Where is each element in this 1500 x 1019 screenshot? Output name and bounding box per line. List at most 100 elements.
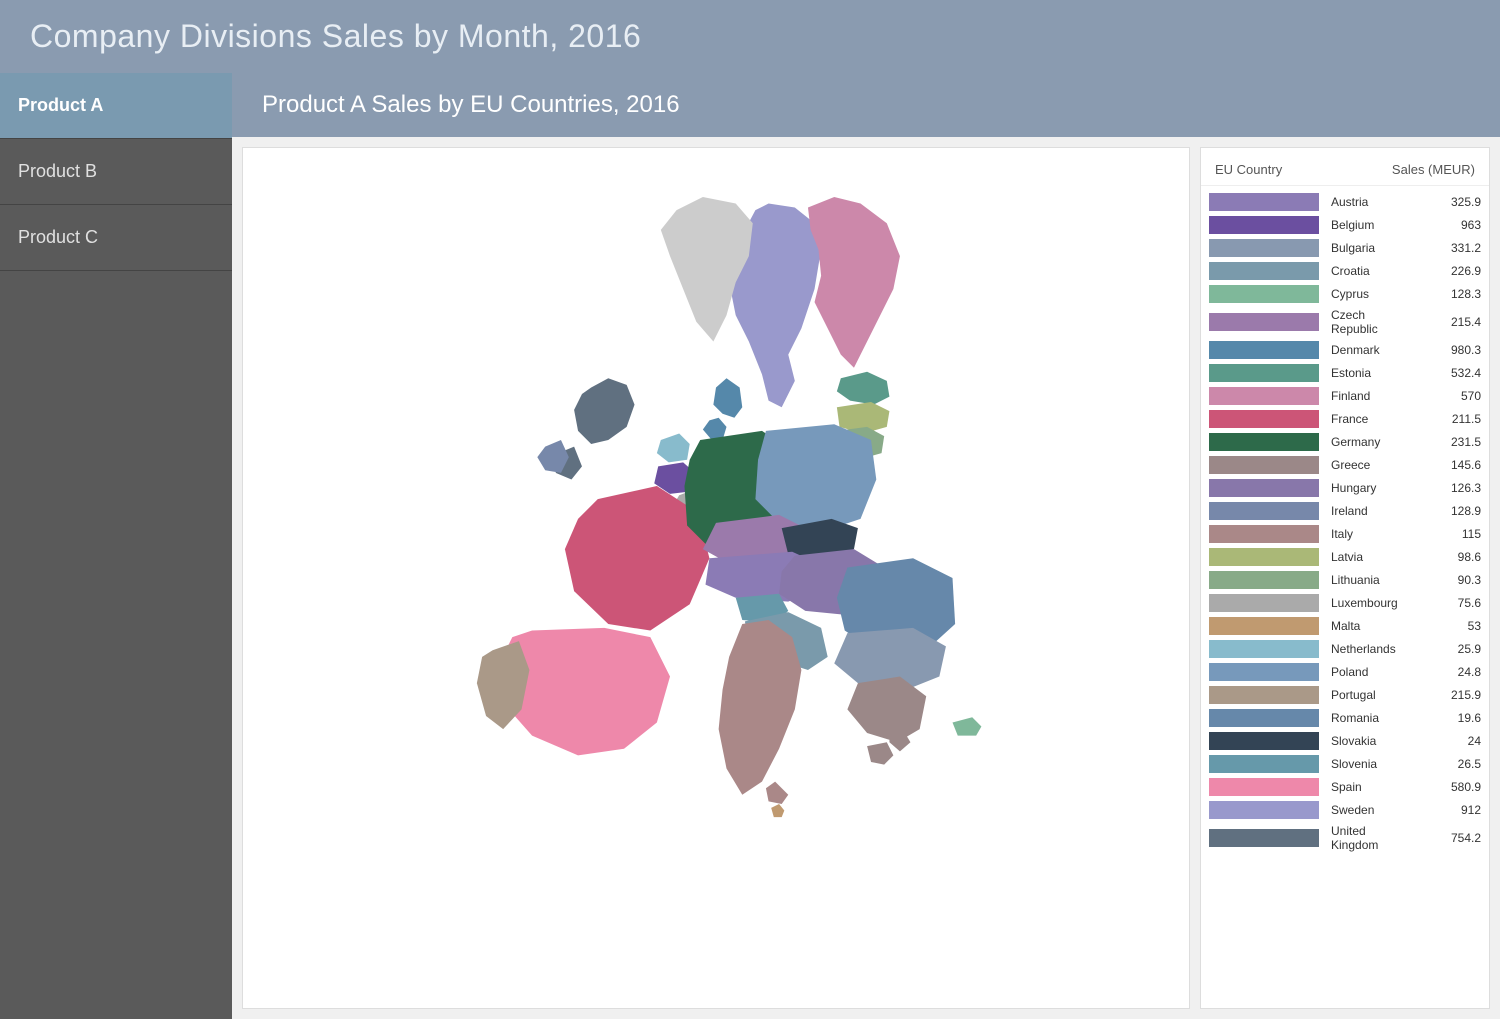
legend-row: Luxembourg 75.6: [1201, 591, 1489, 614]
legend-row: France 211.5: [1201, 407, 1489, 430]
legend-color-swatch: [1209, 239, 1319, 257]
estonia-path[interactable]: [837, 372, 890, 405]
legend-color-swatch: [1209, 594, 1319, 612]
legend-row: Finland 570: [1201, 384, 1489, 407]
legend-row: Germany 231.5: [1201, 430, 1489, 453]
legend-country-label: France: [1327, 412, 1408, 426]
legend-country-label: Czech Republic: [1327, 308, 1408, 336]
legend-color-swatch: [1209, 387, 1319, 405]
cyprus-path[interactable]: [953, 717, 982, 735]
legend-country-label: Portugal: [1327, 688, 1408, 702]
sidebar-item-product-a[interactable]: Product A: [0, 73, 232, 139]
legend-row: United Kingdom 754.2: [1201, 821, 1489, 854]
legend-color-swatch: [1209, 285, 1319, 303]
legend-sales-value: 75.6: [1408, 596, 1481, 610]
legend-country-label: Romania: [1327, 711, 1408, 725]
map-panel: [242, 147, 1190, 1009]
legend-sales-value: 115: [1408, 527, 1481, 541]
legend-color-swatch: [1209, 216, 1319, 234]
legend-color-swatch: [1209, 456, 1319, 474]
legend-sales-value: 26.5: [1408, 757, 1481, 771]
content-area: Product A Sales by EU Countries, 2016: [232, 73, 1500, 1019]
legend-color-swatch: [1209, 525, 1319, 543]
legend-country-label: Netherlands: [1327, 642, 1408, 656]
legend-country-label: Italy: [1327, 527, 1408, 541]
legend-color-swatch: [1209, 829, 1319, 847]
app-header: Company Divisions Sales by Month, 2016: [0, 0, 1500, 73]
legend-color-swatch: [1209, 262, 1319, 280]
legend-country-label: Slovenia: [1327, 757, 1408, 771]
legend-country-label: Lithuania: [1327, 573, 1408, 587]
legend-color-swatch: [1209, 193, 1319, 211]
legend-country-label: Ireland: [1327, 504, 1408, 518]
legend-country-label: United Kingdom: [1327, 824, 1408, 852]
finland-path[interactable]: [808, 197, 900, 368]
legend-color-swatch: [1209, 433, 1319, 451]
legend-row: Italy 115: [1201, 522, 1489, 545]
chart-container: EU Country Sales (MEUR) Austria 325.9 Be…: [232, 137, 1500, 1019]
legend-sales-value: 215.9: [1408, 688, 1481, 702]
legend-sales-value: 754.2: [1408, 831, 1481, 845]
legend-row: Slovakia 24: [1201, 729, 1489, 752]
legend-country-label: Latvia: [1327, 550, 1408, 564]
legend-color-swatch: [1209, 479, 1319, 497]
legend-row: Greece 145.6: [1201, 453, 1489, 476]
legend-sales-value: 53: [1408, 619, 1481, 633]
greece-path[interactable]: [847, 677, 926, 765]
legend-row: Netherlands 25.9: [1201, 637, 1489, 660]
section-title: Product A Sales by EU Countries, 2016: [262, 91, 680, 118]
legend-color-swatch: [1209, 548, 1319, 566]
legend-row: Denmark 980.3: [1201, 338, 1489, 361]
denmark-path[interactable]: [703, 378, 742, 440]
sidebar-item-product-c[interactable]: Product C: [0, 205, 232, 271]
legend-country-label: Greece: [1327, 458, 1408, 472]
legend-col1-label: EU Country: [1215, 162, 1282, 177]
eu-map: [243, 148, 1189, 1008]
legend-sales-value: 128.3: [1408, 287, 1481, 301]
legend-panel: EU Country Sales (MEUR) Austria 325.9 Be…: [1200, 147, 1490, 1009]
legend-country-label: Denmark: [1327, 343, 1408, 357]
italy-path[interactable]: [719, 620, 802, 804]
legend-sales-value: 98.6: [1408, 550, 1481, 564]
legend-color-swatch: [1209, 617, 1319, 635]
legend-row: Sweden 912: [1201, 798, 1489, 821]
legend-row: Portugal 215.9: [1201, 683, 1489, 706]
legend-sales-value: 570: [1408, 389, 1481, 403]
legend-sales-value: 128.9: [1408, 504, 1481, 518]
netherlands-path[interactable]: [657, 433, 690, 462]
legend-row: Latvia 98.6: [1201, 545, 1489, 568]
legend-sales-value: 126.3: [1408, 481, 1481, 495]
legend-color-swatch: [1209, 410, 1319, 428]
legend-color-swatch: [1209, 732, 1319, 750]
sidebar-item-product-b[interactable]: Product B: [0, 139, 232, 205]
legend-country-label: Finland: [1327, 389, 1408, 403]
uk-path[interactable]: [556, 378, 635, 479]
legend-country-label: Belgium: [1327, 218, 1408, 232]
legend-country-label: Poland: [1327, 665, 1408, 679]
legend-country-label: Austria: [1327, 195, 1408, 209]
legend-country-label: Sweden: [1327, 803, 1408, 817]
legend-row: Bulgaria 331.2: [1201, 236, 1489, 259]
legend-color-swatch: [1209, 364, 1319, 382]
legend-row: Spain 580.9: [1201, 775, 1489, 798]
legend-sales-value: 231.5: [1408, 435, 1481, 449]
legend-row: Romania 19.6: [1201, 706, 1489, 729]
legend-color-swatch: [1209, 801, 1319, 819]
legend-sales-value: 145.6: [1408, 458, 1481, 472]
legend-color-swatch: [1209, 313, 1319, 331]
legend-country-label: Bulgaria: [1327, 241, 1408, 255]
legend-sales-value: 980.3: [1408, 343, 1481, 357]
legend-country-label: Estonia: [1327, 366, 1408, 380]
legend-country-label: Malta: [1327, 619, 1408, 633]
legend-row: Ireland 128.9: [1201, 499, 1489, 522]
legend-sales-value: 215.4: [1408, 315, 1481, 329]
app-title: Company Divisions Sales by Month, 2016: [30, 18, 641, 54]
legend-color-swatch: [1209, 341, 1319, 359]
legend-sales-value: 912: [1408, 803, 1481, 817]
legend-row: Hungary 126.3: [1201, 476, 1489, 499]
legend-rows-container: Austria 325.9 Belgium 963 Bulgaria 331.2…: [1201, 190, 1489, 854]
legend-row: Estonia 532.4: [1201, 361, 1489, 384]
legend-row: Slovenia 26.5: [1201, 752, 1489, 775]
legend-sales-value: 331.2: [1408, 241, 1481, 255]
malta-path[interactable]: [771, 804, 784, 817]
